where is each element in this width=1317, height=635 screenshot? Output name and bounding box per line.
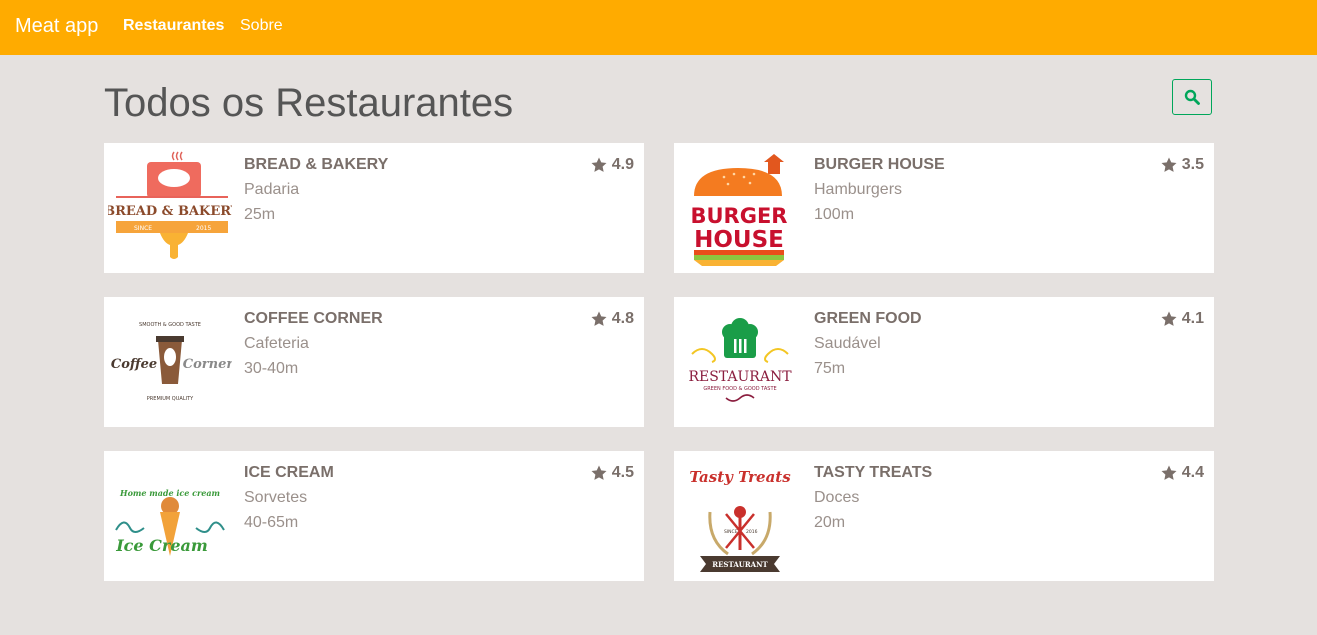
- restaurant-name[interactable]: ICE CREAM: [244, 464, 334, 482]
- tasty-treats-logo: Tasty Treats SINCE 2016 RESTAURANT: [689, 468, 791, 572]
- nav-link-restaurantes[interactable]: Restaurantes: [123, 17, 224, 35]
- rating-value: 4.4: [1181, 464, 1204, 481]
- restaurant-category: Hamburgers: [814, 181, 903, 198]
- logo-text: Coffee: [111, 357, 157, 372]
- logo-text: SINCE: [724, 529, 738, 535]
- star-icon: [591, 311, 607, 326]
- delivery-estimate: 100m: [814, 206, 855, 223]
- star-icon: [1161, 465, 1177, 480]
- logo-text: HOUSE: [694, 227, 784, 253]
- delivery-estimate: 20m: [814, 514, 846, 531]
- delivery-estimate: 30-40m: [244, 360, 299, 377]
- page-title: Todos os Restaurantes: [104, 81, 514, 125]
- restaurant-card[interactable]: RESTAURANT GREEN FOOD & GOOD TASTE GREEN…: [674, 297, 1214, 427]
- logo-text: 2015: [196, 225, 211, 232]
- logo-text: Tasty Treats: [689, 468, 791, 486]
- delivery-estimate: 75m: [814, 360, 846, 377]
- logo-text: BURGER: [691, 204, 788, 228]
- star-icon: [591, 157, 607, 172]
- rating: 4.8: [590, 310, 634, 328]
- restaurant-card[interactable]: Home made ice cream Ice Cream ICE CREAM …: [104, 451, 644, 581]
- restaurant-card[interactable]: SMOOTH & GOOD TASTE Coffee Corner PREMIU…: [104, 297, 644, 427]
- coffee-corner-logo: SMOOTH & GOOD TASTE Coffee Corner PREMIU…: [111, 322, 232, 402]
- rating-value: 4.1: [1181, 310, 1204, 327]
- logo-text: RESTAURANT: [712, 560, 768, 569]
- logo-text: 2016: [746, 529, 758, 535]
- restaurant-name[interactable]: TASTY TREATS: [814, 464, 932, 482]
- restaurant-name[interactable]: COFFEE CORNER: [244, 310, 383, 328]
- delivery-estimate: 40-65m: [244, 514, 299, 531]
- logo-text: SINCE: [134, 225, 152, 232]
- logo-text: Home made ice cream: [119, 488, 220, 498]
- logo-text: SMOOTH & GOOD TASTE: [139, 322, 201, 328]
- bread-bakery-logo: BREAD & BAKERY SINCE 2015: [108, 151, 232, 259]
- restaurant-name[interactable]: BURGER HOUSE: [814, 156, 945, 174]
- restaurant-category: Padaria: [244, 181, 300, 198]
- brand-link[interactable]: Meat app: [15, 15, 98, 38]
- star-icon: [1161, 157, 1177, 172]
- restaurant-category: Cafeteria: [244, 335, 309, 352]
- logo-text: GREEN FOOD & GOOD TASTE: [703, 386, 776, 392]
- logo-text: PREMIUM QUALITY: [147, 396, 194, 402]
- nav-link-sobre[interactable]: Sobre: [240, 17, 283, 35]
- star-icon: [1161, 311, 1177, 326]
- rating-value: 3.5: [1181, 156, 1204, 173]
- restaurant-card[interactable]: Tasty Treats SINCE 2016 RESTAURANT TASTY…: [674, 451, 1214, 581]
- restaurant-name[interactable]: GREEN FOOD: [814, 310, 922, 328]
- restaurant-category: Sorvetes: [244, 489, 308, 506]
- rating-value: 4.5: [611, 464, 634, 481]
- rating: 3.5: [1160, 156, 1204, 174]
- navbar: Meat app Restaurantes Sobre: [0, 0, 1317, 55]
- restaurant-category: Saudável: [814, 335, 881, 352]
- green-food-logo: RESTAURANT GREEN FOOD & GOOD TASTE: [688, 318, 792, 402]
- logo-text: RESTAURANT: [688, 369, 792, 385]
- delivery-estimate: 25m: [244, 206, 276, 223]
- ice-cream-logo: Home made ice cream Ice Cream: [115, 488, 225, 556]
- restaurant-card[interactable]: BREAD & BAKERY SINCE 2015 BREAD & BAKERY…: [104, 143, 644, 273]
- logo-text: Corner: [183, 357, 232, 372]
- restaurant-card[interactable]: BURGER HOUSE BURGER HOUSE Hamburgers 100…: [674, 143, 1214, 273]
- logo-text: BREAD & BAKERY: [108, 204, 232, 219]
- rating: 4.9: [590, 156, 634, 174]
- rating: 4.4: [1160, 464, 1204, 482]
- rating-value: 4.8: [611, 310, 634, 327]
- logo-text: Ice Cream: [115, 536, 208, 555]
- restaurant-category: Doces: [814, 489, 860, 506]
- star-icon: [591, 465, 607, 480]
- rating-value: 4.9: [611, 156, 634, 173]
- rating: 4.1: [1160, 310, 1204, 328]
- rating: 4.5: [590, 464, 634, 482]
- restaurant-name[interactable]: BREAD & BAKERY: [244, 156, 388, 174]
- search-icon: [1184, 89, 1200, 105]
- search-button[interactable]: [1172, 79, 1212, 115]
- burger-house-logo: BURGER HOUSE: [691, 154, 788, 266]
